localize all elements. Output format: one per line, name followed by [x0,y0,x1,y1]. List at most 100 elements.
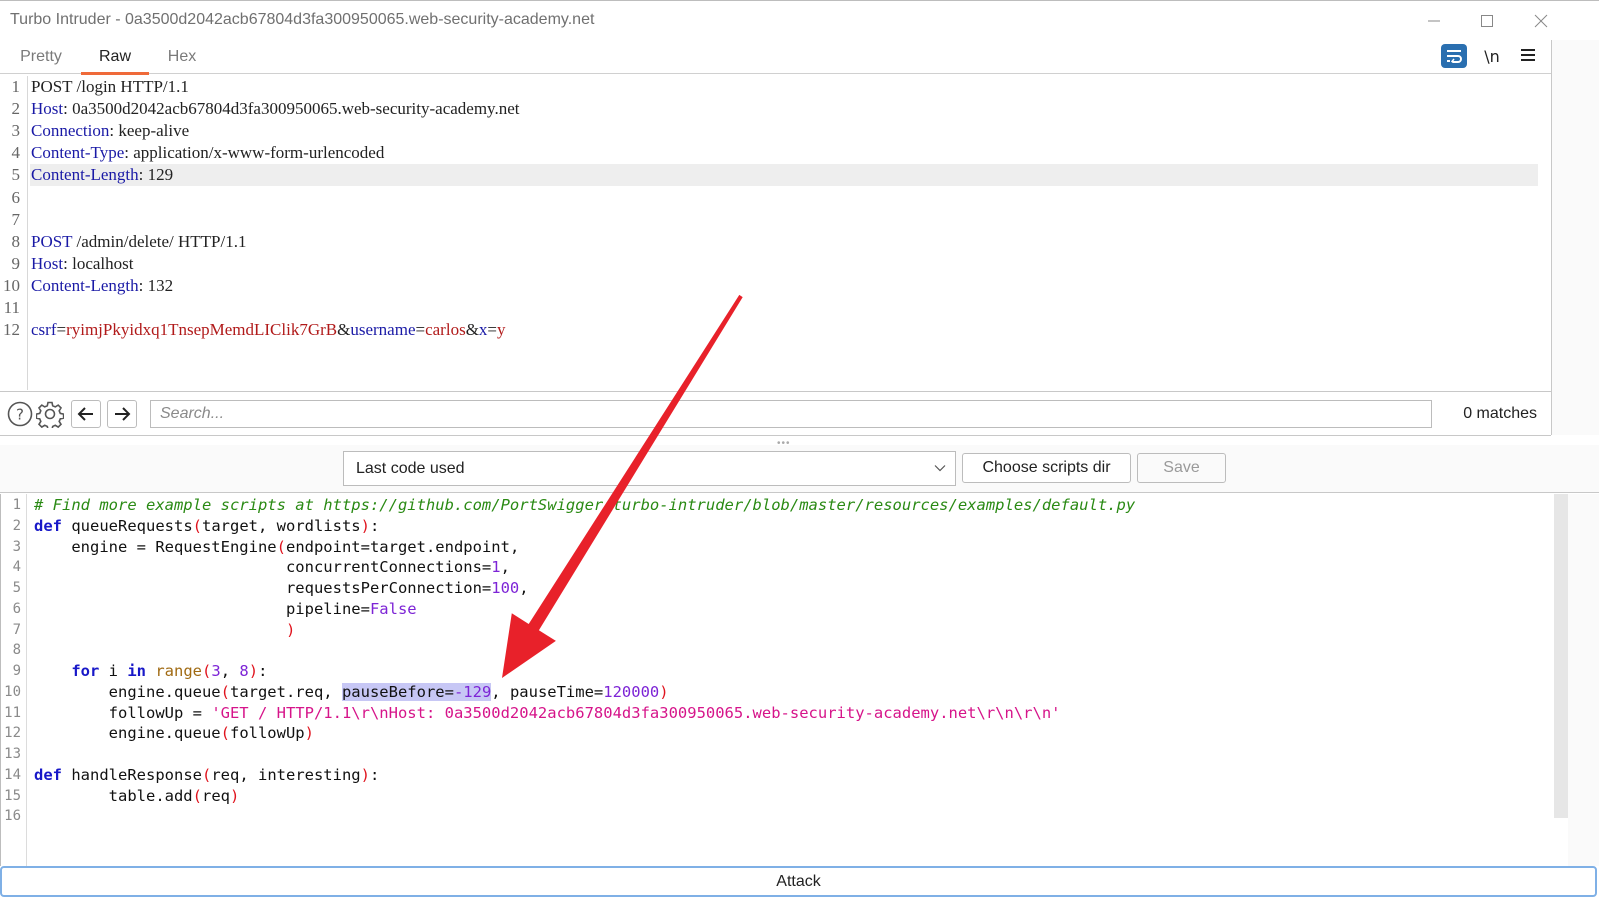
line-text: Content-Length: 132 [31,275,174,295]
close-icon [1534,14,1548,28]
minimize-icon [1428,20,1440,22]
line-number: 1 [11,77,21,96]
line-text: Content-Type: application/x-www-form-url… [31,143,385,163]
code-text: def queueRequests(target, wordlists): [34,516,380,535]
gear-icon [36,401,64,428]
request-line: 12 csrf=ryimjPkyidxq1TnsepMemdLIClik7GrB&… [0,319,1540,341]
script-editor[interactable]: 1 # Find more example scripts at https://… [0,494,1554,866]
line-number: 10 [3,275,20,295]
code-line: 16 [1,806,1551,827]
code-line: 1 # Find more example scripts at https://… [1,495,1551,516]
line-number: 12 [3,320,20,340]
line-number: 6 [11,187,21,207]
line-number: 12 [4,725,21,742]
code-line: 5 requestsPerConnection=100, [1,578,1551,599]
code-text: def handleResponse(req, interesting): [34,765,380,784]
line-number: 3 [11,121,21,141]
line-number: 1 [12,497,21,513]
editor-margin [1568,494,1599,866]
help-button[interactable]: ? [6,400,34,428]
line-number: 2 [11,99,21,119]
request-line: 3 Connection: keep-alive [0,120,1540,142]
line-number: 9 [11,253,21,273]
menu-icon[interactable] [1517,45,1539,68]
code-text: requestsPerConnection=100, [34,579,529,597]
line-number: 13 [4,746,21,762]
line-number: 15 [4,787,21,804]
previous-match-button[interactable] [71,400,101,428]
code-text: pipeline=False [34,599,417,618]
search-input[interactable] [150,400,1432,428]
maximize-icon [1481,15,1493,27]
script-toolbar: Last code used Choose scripts dir Save [0,445,1599,493]
code-line: 9 for i in range(3, 8): [1,661,1551,682]
code-line: 10 engine.queue(target.req, pauseBefore=… [1,682,1551,703]
line-number: 16 [4,808,21,825]
help-icon: ? [7,401,33,427]
code-text: for i in range(3, 8): [71,662,268,680]
tab-pretty[interactable]: Pretty [12,48,70,74]
code-line: 15 table.add(req) [1,786,1551,807]
code-line: 11 followUp = 'GET / HTTP/1.1\r\nHost: 0… [1,703,1551,724]
settings-button[interactable] [36,400,64,428]
vertical-scrollbar[interactable] [1554,494,1568,818]
request-line: 2 Host: 0a3500d2042acb67804d3fa300950065.… [0,98,1540,120]
bottom-strip [0,897,1599,913]
line-number: 6 [12,600,21,617]
request-line: 10 Content-Length: 132 [0,275,1540,297]
wrap-lines-icon [1447,50,1462,63]
code-line: 8 [1,640,1551,661]
line-number: 14 [4,766,21,783]
request-line: 6 [0,187,1540,209]
code-text: engine.queue(target.req, pauseBefore=-12… [34,682,669,701]
script-select[interactable]: Last code used [343,451,956,486]
line-text: Host: 0a3500d2042acb67804d3fa300950065.w… [31,99,520,119]
code-line: 12 engine.queue(followUp) [1,723,1551,744]
request-editor[interactable]: 1 POST /login HTTP/1.1 2 Host: 0a3500d2042a… [0,76,1551,390]
match-count: 0 matches [1463,405,1537,422]
view-tabs: Pretty Raw Hex [0,44,1586,75]
code-line: 14 def handleResponse(req, interesting): [1,765,1551,786]
code-text: followUp = 'GET / HTTP/1.1\r\nHost: 0a35… [34,703,1061,722]
line-text: POST /login HTTP/1.1 [31,77,189,96]
line-number: 7 [12,621,21,638]
line-text: Connection: keep-alive [31,121,190,141]
attack-button[interactable]: Attack [0,866,1597,897]
line-number: 11 [3,298,20,317]
arrow-right-icon [115,407,131,421]
code-text: ) [285,620,296,639]
script-select-value: Last code used [356,460,465,477]
minimize-button[interactable] [1417,7,1451,35]
line-text: Host: localhost [31,253,134,273]
request-line: 8 POST /admin/delete/ HTTP/1.1 [0,231,1540,253]
request-line: 9 Host: localhost [0,253,1540,275]
arrow-left-icon [77,407,93,421]
editor-toolbar: \n [1441,44,1539,68]
side-panel [1551,40,1599,435]
search-bar: ? 0 matches [0,391,1551,436]
newline-toggle[interactable]: \n [1481,47,1503,66]
wrap-lines-button[interactable] [1441,44,1467,68]
close-button[interactable] [1524,7,1558,35]
line-text: csrf=ryimjPkyidxq1TnsepMemdLIClik7GrB&us… [31,320,506,340]
save-button[interactable]: Save [1137,453,1226,483]
tab-hex[interactable]: Hex [158,48,206,74]
code-text: # Find more example scripts at https://g… [34,496,1136,514]
tab-raw[interactable]: Raw [81,48,149,75]
panel-splitter[interactable]: ••• [0,437,1599,449]
code-line: 13 [1,744,1551,765]
code-text: table.add(req) [34,786,240,805]
line-number: 4 [11,143,21,163]
next-match-button[interactable] [107,400,137,428]
code-text: concurrentConnections=1, [34,558,510,577]
request-line: 1 POST /login HTTP/1.1 [0,76,1540,98]
line-number: 5 [12,580,21,596]
line-number: 3 [12,538,21,555]
line-number: 8 [12,642,21,659]
code-line: 7 ) [1,620,1551,641]
code-line: 3 engine = RequestEngine(endpoint=target… [1,537,1551,558]
svg-text:?: ? [16,406,24,424]
choose-scripts-dir-button[interactable]: Choose scripts dir [962,453,1131,483]
code-text: engine = RequestEngine(endpoint=target.e… [34,537,520,556]
maximize-button[interactable] [1470,7,1504,35]
